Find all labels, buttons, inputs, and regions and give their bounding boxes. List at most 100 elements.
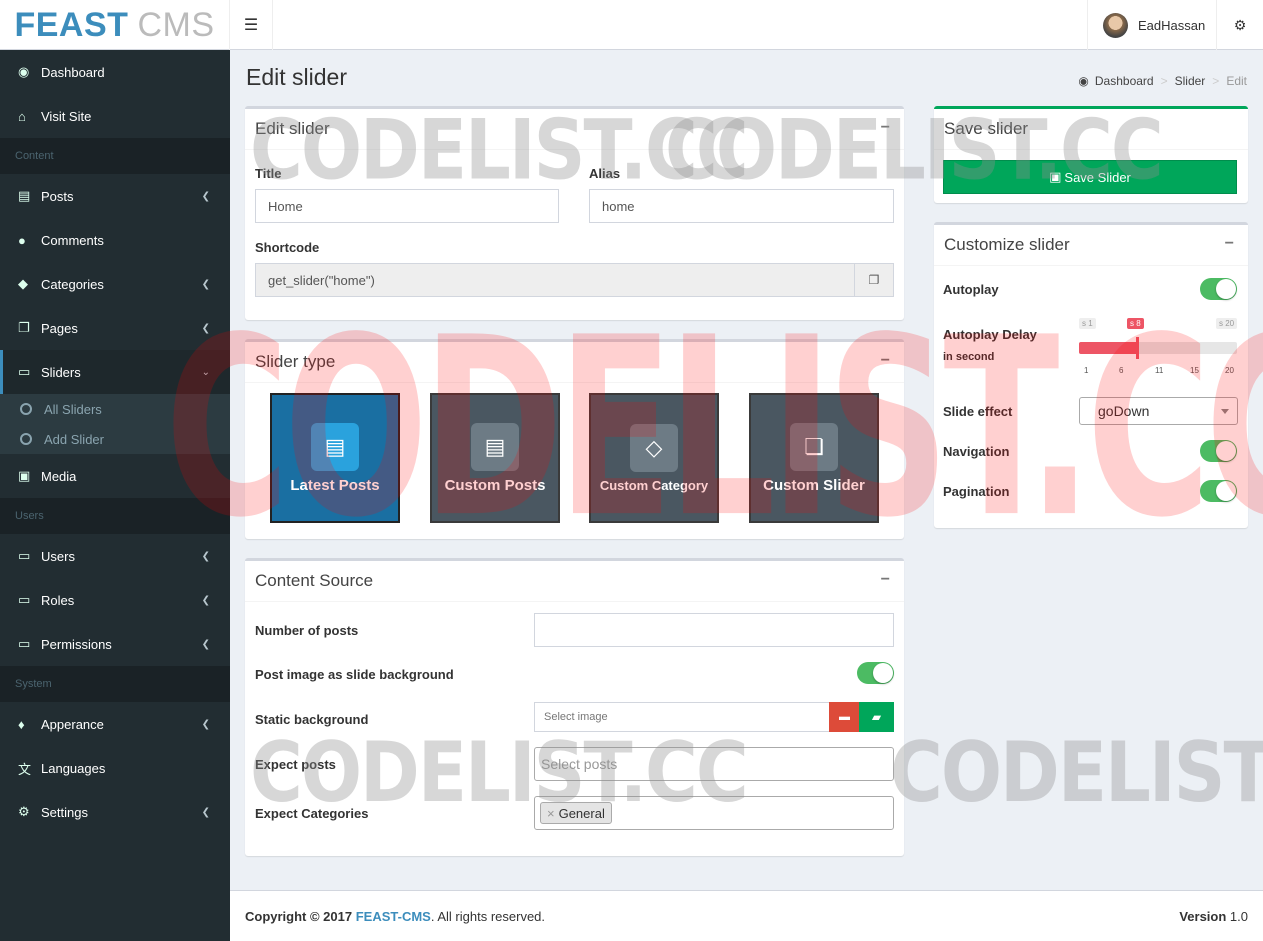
slider-type-box: Slider type − ▤ Latest Posts ▤ Custom Posts…: [245, 339, 904, 539]
sidebar-item-comments[interactable]: ● Comments: [0, 218, 230, 262]
avatar: [1103, 12, 1128, 38]
tags-icon: ◆: [18, 276, 28, 291]
box-title: Content Source: [255, 571, 374, 590]
customize-slider-box: Customize slider − Autoplay Autoplay Dela…: [934, 222, 1248, 528]
folder-open-icon[interactable]: ▰: [859, 702, 894, 732]
sidebar-subitem-add-slider[interactable]: Add Slider: [0, 424, 230, 454]
box-title: Save slider: [944, 119, 1029, 138]
tint-icon: ♦: [18, 716, 25, 732]
clone-icon: ❏: [790, 422, 838, 471]
sidebar-item-settings[interactable]: ⚙ Settings ❮: [0, 790, 230, 834]
sidebar-item-languages[interactable]: 文 Languages: [0, 746, 230, 790]
image-icon: ▣: [18, 468, 31, 483]
category-chip[interactable]: × General: [540, 802, 612, 824]
tile-label: Custom Slider: [763, 476, 865, 494]
save-icon: ▣: [1049, 169, 1062, 184]
tile-custom-slider[interactable]: ❏ Custom Slider: [749, 393, 879, 523]
navigation-toggle[interactable]: [1200, 440, 1237, 462]
autoplay-toggle[interactable]: [1200, 278, 1237, 300]
trash-icon[interactable]: ▬: [829, 702, 860, 732]
autoplay-delay-slider[interactable]: [1079, 337, 1237, 359]
collapse-icon[interactable]: −: [881, 352, 890, 370]
main-content: Edit slider ◉ Dashboard > Slider > Edit …: [230, 50, 1263, 890]
pagination-toggle[interactable]: [1200, 480, 1237, 502]
title-input[interactable]: Home: [255, 189, 559, 223]
expect-posts-select[interactable]: Select posts: [534, 747, 894, 781]
box-title: Edit slider: [255, 119, 330, 138]
chevron-left-icon: ❮: [201, 550, 210, 562]
chevron-left-icon: ❮: [201, 806, 210, 818]
desktop-icon: ▭: [18, 364, 31, 379]
sidebar-label: Roles: [41, 592, 75, 608]
shortcode-label: Shortcode: [255, 240, 320, 255]
page-title: Edit slider: [246, 64, 347, 90]
sidebar-item-sliders[interactable]: ▭ Sliders ⌄: [0, 350, 230, 394]
expect-categories-label: Expect Categories: [255, 806, 369, 821]
footer: Copyright © 2017 FEAST-CMS. All rights r…: [230, 890, 1263, 941]
tile-label: Latest Posts: [290, 476, 380, 494]
sidebar-item-posts[interactable]: ▤ Posts ❮: [0, 174, 230, 218]
sidebar-item-roles[interactable]: ▭ Roles ❮: [0, 578, 230, 622]
tick-label: 6: [1119, 366, 1124, 375]
tile-custom-category[interactable]: ◇ Custom Category: [589, 393, 719, 523]
slide-effect-value: goDown: [1098, 403, 1150, 419]
tag-icon: ◇: [630, 423, 678, 472]
logo[interactable]: FEAST CMS: [0, 0, 230, 50]
sidebar-header-content: Content: [0, 138, 230, 174]
static-background-input[interactable]: Select image: [534, 702, 830, 732]
alias-value: home: [602, 198, 635, 214]
logo-light: CMS: [137, 5, 215, 44]
copy-icon[interactable]: ❐: [854, 264, 893, 296]
footer-rights: . All rights reserved.: [430, 908, 546, 924]
logo-bold: FEAST: [14, 5, 129, 44]
post-image-toggle[interactable]: [857, 662, 894, 684]
sidebar-header-system: System: [0, 666, 230, 702]
breadcrumb-dashboard[interactable]: Dashboard: [1095, 74, 1154, 88]
number-of-posts-input[interactable]: [534, 613, 894, 647]
post-image-label: Post image as slide background: [255, 667, 454, 682]
sidebar-item-permissions[interactable]: ▭ Permissions ❮: [0, 622, 230, 666]
breadcrumb-slider[interactable]: Slider: [1175, 74, 1206, 88]
sidebar-item-dashboard[interactable]: ◉ Dashboard: [0, 50, 230, 94]
menu-toggle-icon[interactable]: ☰: [230, 0, 273, 50]
sidebar-label: Settings: [41, 804, 88, 820]
sidebar-item-visit-site[interactable]: ⌂ Visit Site: [0, 94, 230, 138]
chevron-left-icon: ❮: [201, 718, 210, 730]
save-slider-box: Save slider ▣ Save Slider: [934, 106, 1248, 203]
save-slider-button[interactable]: ▣ Save Slider: [943, 160, 1237, 194]
title-label: Title: [255, 166, 282, 181]
collapse-icon[interactable]: −: [881, 571, 890, 589]
slide-effect-select[interactable]: goDown: [1079, 397, 1238, 425]
sidebar-item-categories[interactable]: ◆ Categories ❮: [0, 262, 230, 306]
collapse-icon[interactable]: −: [1225, 235, 1234, 253]
delay-min-tag: s 1: [1079, 318, 1096, 329]
autoplay-delay-sub: in second: [943, 351, 995, 363]
save-button-label: Save Slider: [1064, 169, 1131, 185]
tile-custom-posts[interactable]: ▤ Custom Posts: [430, 393, 560, 523]
shortcode-input[interactable]: get_slider("home") ❐: [255, 263, 894, 297]
sidebar-item-users[interactable]: ▭ Users ❮: [0, 534, 230, 578]
slider-handle[interactable]: [1136, 337, 1139, 359]
gears-icon[interactable]: ⚙: [1217, 0, 1263, 50]
footer-brand-link[interactable]: FEAST-CMS: [356, 909, 431, 924]
list-icon: ▤: [471, 422, 519, 471]
dashboard-icon: ◉: [1078, 74, 1089, 88]
expect-posts-placeholder: Select posts: [541, 756, 618, 772]
static-bg-placeholder: Select image: [544, 711, 608, 723]
chip-label: General: [558, 805, 605, 821]
sidebar-item-pages[interactable]: ❐ Pages ❮: [0, 306, 230, 350]
user-menu[interactable]: EadHassan: [1087, 0, 1217, 50]
sidebar-item-apperance[interactable]: ♦ Apperance ❮: [0, 702, 230, 746]
remove-icon[interactable]: ×: [547, 806, 555, 821]
sidebar-subitem-all-sliders[interactable]: All Sliders: [0, 394, 230, 424]
breadcrumb-separator: >: [1212, 74, 1220, 88]
footer-copyright: Copyright © 2017: [245, 908, 353, 924]
alias-input[interactable]: home: [589, 189, 894, 223]
version-value: 1.0: [1229, 908, 1248, 924]
expect-categories-select[interactable]: × General: [534, 796, 894, 830]
tile-latest-posts[interactable]: ▤ Latest Posts: [270, 393, 400, 523]
sidebar-item-media[interactable]: ▣ Media: [0, 454, 230, 498]
username: EadHassan: [1138, 17, 1206, 33]
list-icon: ▤: [311, 422, 359, 471]
collapse-icon[interactable]: −: [881, 119, 890, 137]
